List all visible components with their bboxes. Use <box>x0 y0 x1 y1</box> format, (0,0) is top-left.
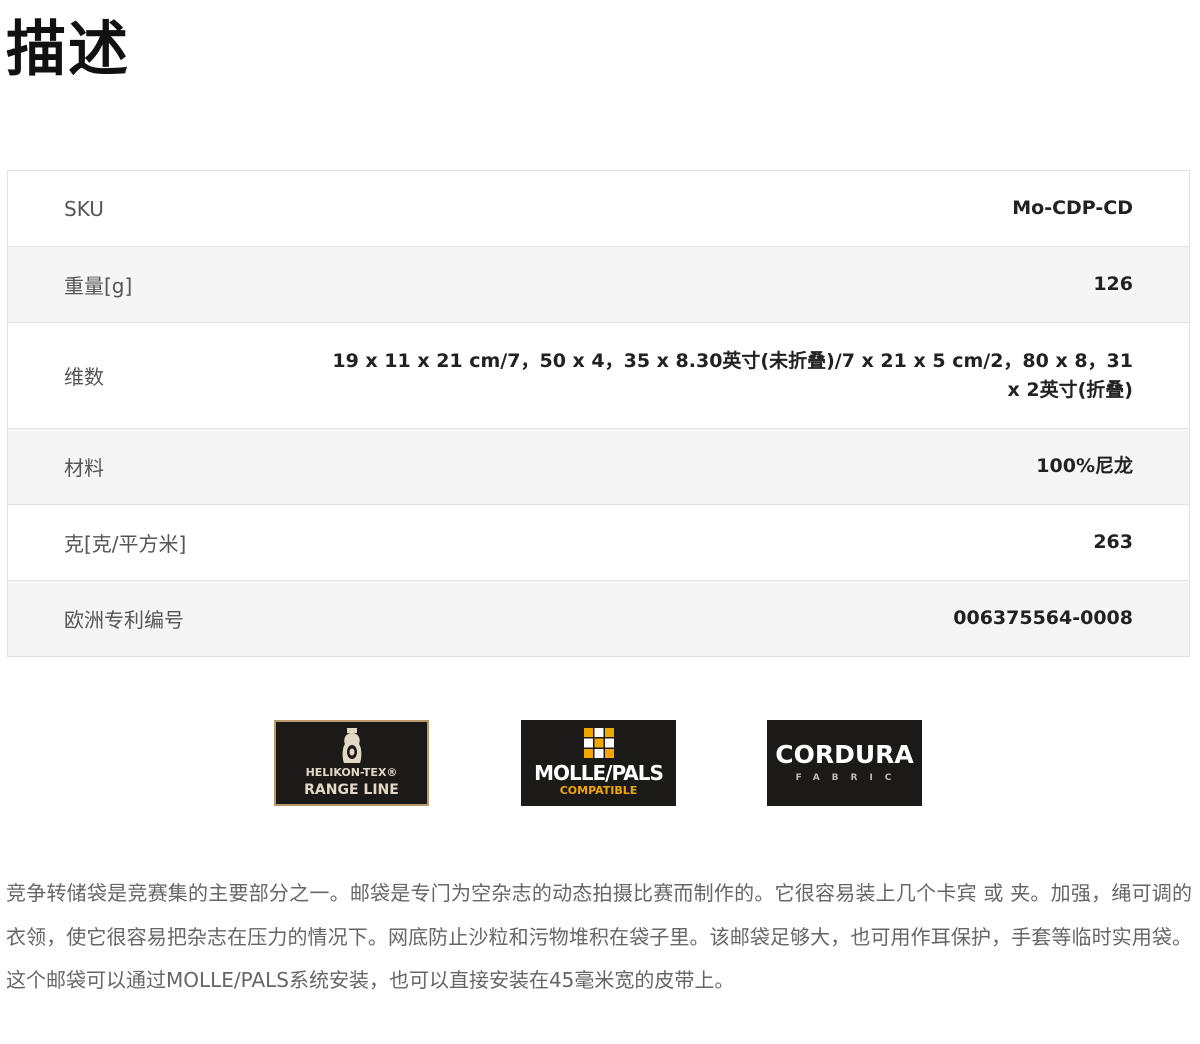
spec-row-weight: 重量[g] 126 <box>8 246 1189 322</box>
spec-label: SKU <box>64 196 104 221</box>
cordura-fabric-badge: CORDURA FABRIC <box>767 720 922 806</box>
badge-subtitle-text: COMPATIBLE <box>559 784 638 797</box>
badge-subtitle-text: FABRIC <box>795 773 904 783</box>
badge-brand-text: MOLLE/PALS <box>534 761 664 785</box>
product-description: 竞争转储袋是竞赛集的主要部分之一。邮袋是专门为空杂志的动态拍摄比赛而制作的。它很… <box>6 881 1192 992</box>
spec-label: 欧洲专利编号 <box>64 608 184 632</box>
spec-value: 126 <box>1093 273 1133 295</box>
spec-table: SKU Mo-CDP-CD 重量[g] 126 维数 19 x 11 x 21 … <box>7 170 1190 657</box>
spec-label: 材料 <box>64 456 104 480</box>
spec-row-dimensions: 维数 19 x 11 x 21 cm/7，50 x 4，35 x 8.30英寸(… <box>8 322 1189 428</box>
badge-brand-text: HELIKON-TEX® <box>305 766 398 779</box>
badge-brand-text: CORDURA <box>775 740 914 769</box>
spec-label: 维数 <box>64 365 104 389</box>
spec-value: 006375564-0008 <box>953 607 1133 629</box>
helikon-range-line-badge: HELIKON-TEX® RANGE LINE <box>274 720 429 806</box>
page-title: 描述 <box>6 15 130 85</box>
spec-value: 19 x 11 x 21 cm/7，50 x 4，35 x 8.30英寸(未折叠… <box>332 349 1133 401</box>
spec-value: Mo-CDP-CD <box>1012 197 1133 219</box>
spec-label: 重量[g] <box>64 274 133 298</box>
badge-subtitle-text: RANGE LINE <box>304 782 399 798</box>
feature-badges: HELIKON-TEX® RANGE LINE MOLLE/PALS COMPA… <box>0 720 1200 808</box>
spec-label: 克[克/平方米] <box>64 532 187 556</box>
target-silhouette-icon <box>342 728 361 763</box>
spec-row-fabric-weight: 克[克/平方米] 263 <box>8 504 1189 580</box>
spec-row-material: 材料 100%尼龙 <box>8 428 1189 504</box>
spec-row-patent: 欧洲专利编号 006375564-0008 <box>8 580 1189 656</box>
molle-pals-compatible-badge: MOLLE/PALS COMPATIBLE <box>521 720 676 806</box>
grid-squares-icon <box>583 728 614 758</box>
spec-value: 263 <box>1093 531 1133 553</box>
spec-row-sku: SKU Mo-CDP-CD <box>8 171 1189 246</box>
spec-value: 100%尼龙 <box>1036 455 1133 477</box>
